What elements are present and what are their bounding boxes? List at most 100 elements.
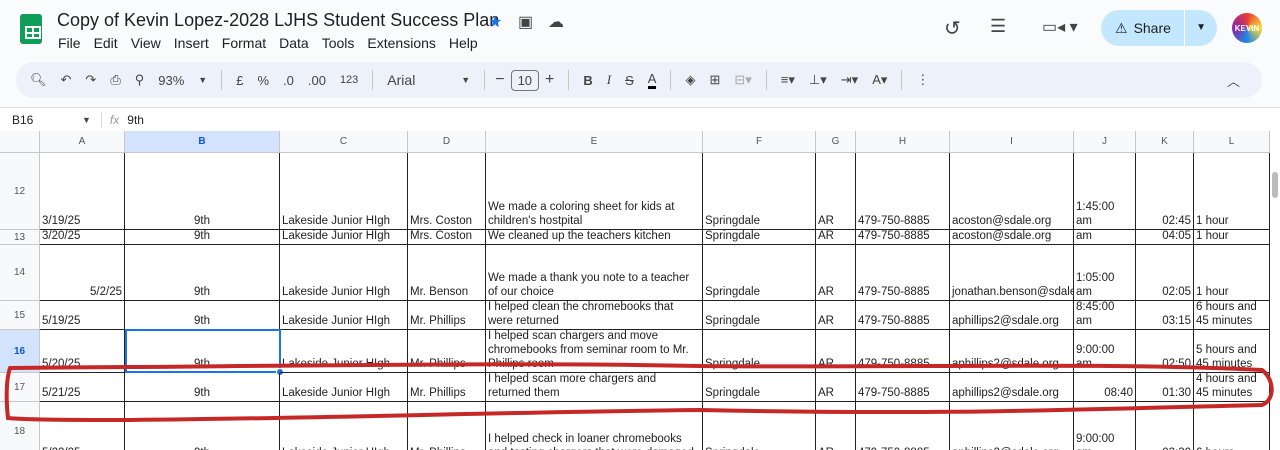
document-title[interactable]: Copy of Kevin Lopez-2028 LJHS Student Su… [57, 10, 499, 31]
cell-c18[interactable]: Lakeside Junior HIgh [280, 402, 408, 450]
cell-k15[interactable]: 03:15 [1136, 301, 1194, 330]
cell-d15[interactable]: Mr. Phillips [408, 301, 486, 330]
formula-input[interactable]: 9th [127, 113, 144, 127]
cell-i17[interactable]: aphillips2@sdale.org [950, 373, 1074, 402]
cell-g16[interactable]: AR [816, 330, 856, 373]
text-wrap-icon[interactable]: ⇥▾ [841, 72, 858, 88]
menu-format[interactable]: Format [222, 35, 266, 51]
column-header-j[interactable]: J [1074, 131, 1136, 153]
cloud-status-icon[interactable]: ☁ [548, 12, 564, 32]
print-icon[interactable]: ⎙ [110, 72, 120, 88]
cell-l13[interactable]: 1 hour [1194, 230, 1270, 245]
cell-l18[interactable]: 6 hours [1194, 402, 1270, 450]
cell-j17[interactable]: 08:40 [1074, 373, 1136, 402]
column-header-b[interactable]: B [125, 131, 280, 153]
decrease-font-size-icon[interactable]: − [495, 71, 504, 89]
strikethrough-icon[interactable]: S [625, 73, 634, 88]
menu-file[interactable]: File [58, 35, 81, 51]
chevron-down-icon[interactable]: ▼ [461, 75, 470, 85]
cell-l16[interactable]: 5 hours and 45 minutes [1194, 330, 1270, 373]
cell-g12[interactable]: AR [816, 153, 856, 230]
cell-j13[interactable]: 3:05:00 am [1074, 230, 1136, 245]
font-size-input[interactable]: 10 [510, 69, 540, 91]
paint-format-icon[interactable]: ⚲ [135, 72, 145, 88]
cell-c13[interactable]: Lakeside Junior HIgh [280, 230, 408, 245]
cell-k13[interactable]: 04:05 [1136, 230, 1194, 245]
column-header-d[interactable]: D [408, 131, 486, 153]
cell-d18[interactable]: Mr. Phillips [408, 402, 486, 450]
cell-i18[interactable]: aphillips2@sdale.org [950, 402, 1074, 450]
cell-a14[interactable]: 5/2/25 [40, 245, 125, 301]
collapse-toolbar-icon[interactable]: ︿ [1227, 71, 1240, 90]
cell-j16[interactable]: 9:00:00 am [1074, 330, 1136, 373]
cell-l15[interactable]: 6 hours and 45 minutes [1194, 301, 1270, 330]
increase-font-size-icon[interactable]: + [545, 71, 554, 89]
menu-extensions[interactable]: Extensions [367, 35, 435, 51]
share-dropdown-icon[interactable]: ▼ [1184, 10, 1217, 46]
cell-e16[interactable]: I helped scan chargers and move chromebo… [486, 330, 703, 373]
merge-cells-icon[interactable]: ⊟▾ [734, 72, 751, 88]
cell-e12[interactable]: We made a coloring sheet for kids at chi… [486, 153, 703, 230]
column-header-h[interactable]: H [856, 131, 950, 153]
version-history-icon[interactable]: ↺ [944, 16, 961, 41]
cell-k18[interactable]: 03:30 [1136, 402, 1194, 450]
currency-button[interactable]: £ [236, 73, 243, 88]
cell-i15[interactable]: aphillips2@sdale.org [950, 301, 1074, 330]
cell-b13[interactable]: 9th [125, 230, 280, 245]
chevron-down-icon[interactable]: ▼ [198, 75, 207, 85]
cell-e17[interactable]: I helped scan more chargers and returned… [486, 373, 703, 402]
cell-g15[interactable]: AR [816, 301, 856, 330]
column-header-k[interactable]: K [1136, 131, 1194, 153]
comments-icon[interactable]: ☰ [990, 16, 1006, 37]
column-header-g[interactable]: G [816, 131, 856, 153]
column-header-l[interactable]: L [1194, 131, 1270, 153]
column-header-a[interactable]: A [40, 131, 125, 153]
share-button[interactable]: ⚠ Share ▼ [1101, 10, 1217, 46]
cell-a16[interactable]: 5/20/25 [40, 330, 125, 373]
cell-b12[interactable]: 9th [125, 153, 280, 230]
cell-i13[interactable]: acoston@sdale.org [950, 230, 1074, 245]
bold-icon[interactable]: B [583, 73, 592, 88]
cell-b16[interactable]: 9th [125, 330, 280, 373]
menu-view[interactable]: View [131, 35, 161, 51]
select-all-corner[interactable] [0, 131, 40, 153]
cell-b18[interactable]: 9th [125, 402, 280, 450]
cell-f14[interactable]: Springdale [703, 245, 816, 301]
star-icon[interactable]: ★ [488, 12, 502, 32]
cell-g14[interactable]: AR [816, 245, 856, 301]
percent-button[interactable]: % [257, 73, 269, 88]
cell-c15[interactable]: Lakeside Junior HIgh [280, 301, 408, 330]
cell-e14[interactable]: We made a thank you note to a teacher of… [486, 245, 703, 301]
vertical-align-icon[interactable]: ⊥▾ [809, 72, 827, 88]
cell-a18[interactable]: 5/22/25 [40, 402, 125, 450]
cell-h18[interactable]: 479-750-8885 [856, 402, 950, 450]
row-header-14[interactable]: 14 [0, 245, 40, 301]
cell-e13[interactable]: We cleaned up the teachers kitchen [486, 230, 703, 245]
move-folder-icon[interactable]: ▣ [518, 12, 533, 32]
cell-c16[interactable]: Lakeside Junior HIgh [280, 330, 408, 373]
cell-k14[interactable]: 02:05 [1136, 245, 1194, 301]
avatar[interactable]: KEVIN [1232, 13, 1262, 43]
row-header-15[interactable]: 15 [0, 301, 40, 330]
cell-b17[interactable]: 9th [125, 373, 280, 402]
column-header-c[interactable]: C [280, 131, 408, 153]
cell-j18[interactable]: 9:00:00 am [1074, 402, 1136, 450]
row-header-16[interactable]: 16 [0, 330, 40, 373]
cell-h15[interactable]: 479-750-8885 [856, 301, 950, 330]
cell-f16[interactable]: Springdale [703, 330, 816, 373]
cell-j14[interactable]: 1:05:00 am [1074, 245, 1136, 301]
cell-d17[interactable]: Mr. Phillips [408, 373, 486, 402]
menu-edit[interactable]: Edit [94, 35, 118, 51]
cell-g17[interactable]: AR [816, 373, 856, 402]
row-header-13[interactable]: 13 [0, 230, 40, 245]
cell-i12[interactable]: acoston@sdale.org [950, 153, 1074, 230]
cell-k17[interactable]: 01:30 [1136, 373, 1194, 402]
font-select[interactable]: Arial [387, 72, 447, 88]
cell-h17[interactable]: 479-750-8885 [856, 373, 950, 402]
cell-b14[interactable]: 9th [125, 245, 280, 301]
sheets-logo[interactable] [20, 14, 42, 44]
cell-j12[interactable]: 1:45:00 am [1074, 153, 1136, 230]
text-color-icon[interactable]: A [647, 71, 657, 89]
menu-insert[interactable]: Insert [174, 35, 209, 51]
fill-color-icon[interactable]: ◈ [685, 72, 695, 88]
